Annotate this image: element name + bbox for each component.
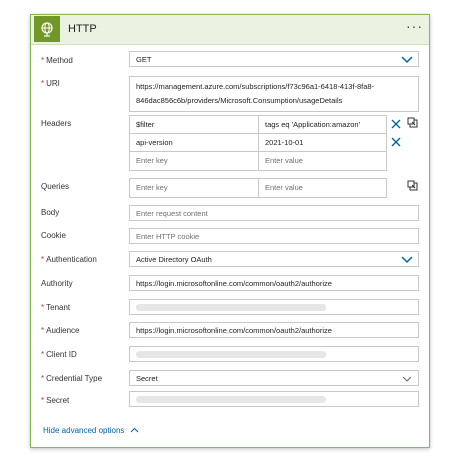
credential-type-value: Secret [136,374,158,383]
headers-label: Headers [41,119,72,128]
header-row: api-version 2021-10-01 [130,134,386,152]
chevron-down-icon [401,256,413,264]
authentication-value: Active Directory OAuth [136,255,212,264]
credential-type-label: * Credential Type [41,374,103,383]
uri-line-2: 846dac856c6b/providers/Microsoft.Consump… [136,96,343,105]
uri-label: * URI [41,79,60,88]
secret-input[interactable] [129,391,419,407]
header-value-input[interactable]: tags eq 'Application:amazon' [258,116,386,133]
queries-table: Enter key Enter value [129,178,387,198]
secret-label: * Secret [41,396,70,405]
method-value: GET [136,55,152,64]
query-value-input[interactable]: Enter value [258,179,386,197]
body-label: Body [41,208,60,217]
uri-input[interactable]: https://management.azure.com/subscriptio… [129,76,419,112]
header-value-input[interactable]: Enter value [258,152,386,170]
body-input[interactable]: Enter request content [129,205,419,221]
chevron-up-icon [130,427,138,433]
hide-advanced-options-link[interactable]: Hide advanced options [43,426,139,435]
header-key-input[interactable]: Enter key [130,152,258,170]
switch-to-text-mode-icon[interactable] [407,117,418,128]
tenant-input[interactable] [129,299,419,315]
authentication-label: * Authentication [41,255,97,264]
method-dropdown[interactable]: GET [129,51,419,67]
authority-label: Authority [41,279,73,288]
tenant-label: * Tenant [41,303,71,312]
header-key-input[interactable]: api-version [130,134,258,151]
card-title: HTTP [68,23,97,35]
cookie-input[interactable]: Enter HTTP cookie [129,228,419,244]
authentication-dropdown[interactable]: Active Directory OAuth [129,251,419,267]
query-row-empty: Enter key Enter value [130,179,386,197]
client-id-input[interactable] [129,346,419,362]
uri-line-1: https://management.azure.com/subscriptio… [136,82,375,91]
chevron-down-icon [402,376,412,382]
delete-header-icon[interactable] [391,119,401,129]
header-value-input[interactable]: 2021-10-01 [258,134,386,151]
header-key-input[interactable]: $filter [130,116,258,133]
client-id-label: * Client ID [41,350,77,359]
delete-header-icon[interactable] [391,137,401,147]
query-key-input[interactable]: Enter key [130,179,258,197]
advanced-label: Hide advanced options [43,426,125,435]
header-row: $filter tags eq 'Application:amazon' [130,116,386,134]
more-options-button[interactable]: ··· [406,19,423,33]
cookie-label: Cookie [41,231,66,240]
chevron-down-icon [401,56,413,64]
audience-input[interactable]: https://login.microsoftonline.com/common… [129,322,419,338]
queries-label: Queries [41,182,70,191]
http-action-card: HTTP ··· * Method GET * URI https://manage… [30,14,430,448]
header-row-empty: Enter key Enter value [130,152,386,170]
switch-to-text-mode-icon[interactable] [407,180,418,191]
headers-table: $filter tags eq 'Application:amazon' api… [129,115,387,171]
audience-label: * Audience [41,326,80,335]
authority-input[interactable]: https://login.microsoftonline.com/common… [129,275,419,291]
card-header[interactable]: HTTP ··· [31,15,429,45]
method-label: * Method [41,56,73,65]
globe-icon [34,16,60,42]
credential-type-dropdown[interactable]: Secret [129,370,419,386]
